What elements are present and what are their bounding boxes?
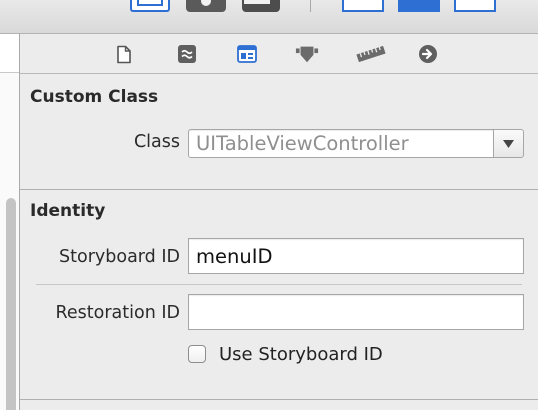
standard-editor-icon: [137, 0, 163, 6]
debug-area-toggle-button[interactable]: [398, 0, 440, 12]
checkbox-box[interactable]: [188, 345, 206, 363]
chevron-down-icon: [503, 140, 514, 148]
identity-icon: [237, 45, 257, 63]
quick-help-icon: [178, 45, 196, 63]
use-storyboard-id-checkbox[interactable]: Use Storyboard ID: [188, 343, 383, 365]
arrow-circle-icon: [419, 45, 437, 63]
row-divider: [36, 284, 522, 285]
identity-section-title: Identity: [30, 201, 106, 221]
class-dropdown-button[interactable]: [493, 129, 524, 158]
tab-size-inspector[interactable]: [355, 42, 387, 66]
tab-attributes-inspector[interactable]: [295, 42, 319, 66]
assistant-editor-button[interactable]: [186, 0, 226, 12]
editor-pane-edge: [0, 34, 20, 410]
restoration-id-label: Restoration ID: [55, 303, 180, 323]
standard-editor-button[interactable]: [130, 0, 170, 12]
tab-connections-inspector[interactable]: [416, 42, 440, 66]
tab-file-inspector[interactable]: [112, 42, 136, 66]
toolbar-divider: [310, 0, 311, 12]
inspector-tab-bar: [20, 34, 538, 74]
class-label: Class: [133, 132, 180, 152]
tab-identity-inspector[interactable]: [235, 42, 259, 66]
identity-inspector-panel: Custom Class Class UITableViewController…: [20, 34, 538, 410]
editor-header-edge: [0, 34, 19, 73]
custom-class-section-title: Custom Class: [30, 87, 159, 107]
storyboard-id-label: Storyboard ID: [59, 247, 180, 267]
assistant-editor-icon: [201, 0, 211, 6]
use-storyboard-id-label: Use Storyboard ID: [219, 343, 383, 365]
restoration-id-field[interactable]: [188, 294, 524, 330]
version-editor-button[interactable]: [242, 0, 280, 12]
section-divider: [20, 189, 538, 190]
navigator-toggle-button[interactable]: [342, 0, 384, 12]
toolbar: [0, 0, 538, 34]
editor-scrollbar[interactable]: [6, 198, 16, 410]
attributes-icon: [295, 46, 319, 63]
utilities-toggle-button[interactable]: [454, 0, 496, 12]
class-input[interactable]: UITableViewController: [188, 129, 494, 158]
file-icon: [117, 45, 131, 63]
section-divider-bottom: [20, 399, 538, 400]
ruler-icon: [356, 46, 386, 62]
version-editor-icon: [244, 0, 270, 4]
class-combo-box[interactable]: UITableViewController: [188, 129, 524, 158]
storyboard-id-field[interactable]: [188, 238, 524, 274]
tab-quick-help[interactable]: [175, 42, 199, 66]
